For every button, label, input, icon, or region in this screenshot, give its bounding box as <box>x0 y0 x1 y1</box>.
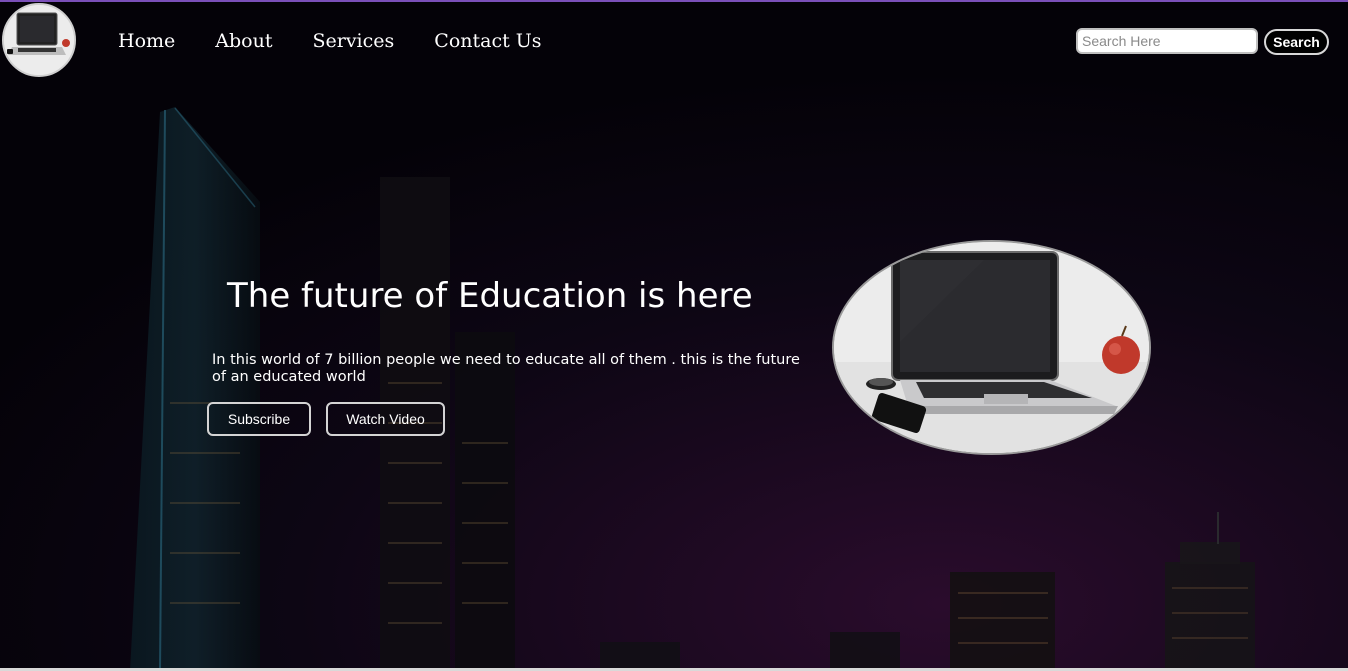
search-input[interactable] <box>1076 28 1258 54</box>
laptop-logo-icon[interactable] <box>2 3 76 77</box>
hero-description: In this world of 7 billion people we nee… <box>212 352 800 385</box>
nav-link-home[interactable]: Home <box>118 30 175 52</box>
nav-links: Home About Services Contact Us <box>118 30 582 52</box>
hero-title: The future of Education is here <box>227 276 753 316</box>
watch-video-button[interactable]: Watch Video <box>326 402 445 436</box>
nav-link-contact-us[interactable]: Contact Us <box>434 30 541 52</box>
navbar: Home About Services Contact Us Search <box>0 2 1348 80</box>
nav-link-services[interactable]: Services <box>312 30 394 52</box>
laptop-photo-icon <box>832 240 1151 455</box>
search-button[interactable]: Search <box>1264 29 1329 55</box>
subscribe-button[interactable]: Subscribe <box>207 402 311 436</box>
nav-link-about[interactable]: About <box>215 30 272 52</box>
